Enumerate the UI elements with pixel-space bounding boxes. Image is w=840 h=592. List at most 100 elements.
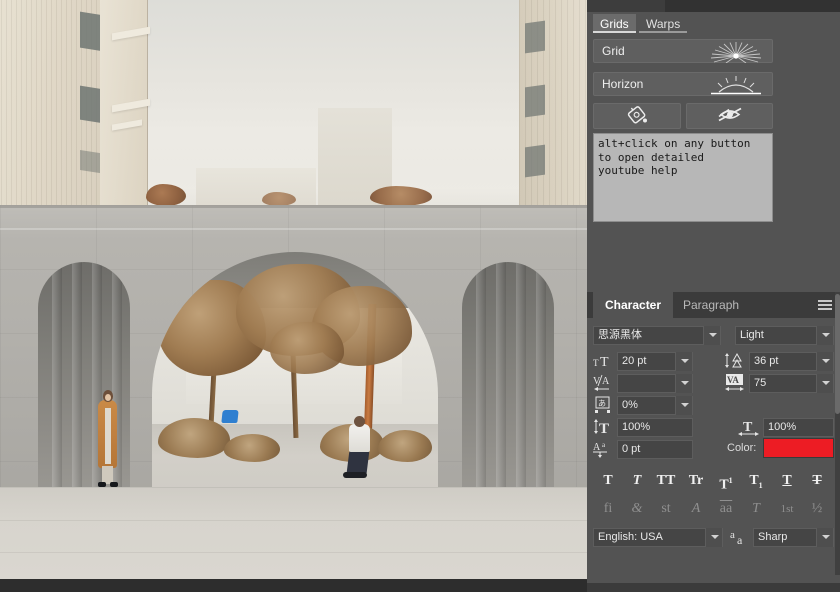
titling-alternates-button[interactable]: aa: [713, 498, 739, 520]
column-stripe: [536, 262, 546, 500]
chevron-down-icon[interactable]: [705, 528, 722, 547]
tsume-icon: あ: [593, 396, 613, 417]
tab-warps[interactable]: Warps: [639, 14, 687, 33]
contextual-alternates-button[interactable]: &: [624, 498, 650, 520]
character-panel: Character Paragraph 思源黑体 Light: [587, 292, 840, 592]
svg-text:T: T: [743, 420, 753, 435]
horizontal-scale-value: 100%: [768, 421, 796, 433]
tab-paragraph[interactable]: Paragraph: [671, 292, 751, 318]
facade-edge: [0, 205, 587, 208]
seated-person-head: [354, 416, 365, 427]
chevron-down-icon[interactable]: [675, 352, 692, 371]
font-style-value: Light: [740, 329, 764, 341]
shrub: [378, 430, 432, 462]
swash-button[interactable]: A: [683, 498, 709, 520]
italic-button[interactable]: T: [624, 470, 650, 492]
paint-bucket-icon: [623, 104, 651, 129]
ordinals-button[interactable]: T: [743, 498, 769, 520]
plaza-line: [0, 520, 587, 521]
language-field[interactable]: English: USA: [593, 528, 723, 547]
horizon-button[interactable]: Horizon: [593, 72, 773, 96]
bold-button[interactable]: T: [595, 470, 621, 492]
chevron-down-icon[interactable]: [675, 396, 692, 415]
standing-person-dress: [105, 408, 111, 464]
svg-text:A: A: [593, 442, 601, 453]
chevron-down-icon[interactable]: [816, 374, 833, 393]
font-style-field[interactable]: Light: [735, 326, 834, 345]
svg-text:T: T: [593, 358, 599, 368]
photoshop-window: Grids Warps Grid: [0, 0, 840, 592]
grid-button[interactable]: Grid: [593, 39, 773, 63]
hamburger-menu-icon[interactable]: [818, 300, 832, 310]
grids-tabstrip: Grids Warps: [587, 12, 840, 34]
background-block: [196, 168, 316, 208]
fractions-button[interactable]: ½: [804, 498, 830, 520]
canvas-artwork[interactable]: [0, 0, 587, 579]
font-size-icon: T T: [593, 352, 613, 372]
horizontal-scale-field[interactable]: 100%: [763, 418, 834, 437]
panel-scrollbar-thumb[interactable]: [835, 294, 840, 414]
horizontal-scale-icon: T: [737, 418, 761, 439]
format-buttons-row-2: fi & st A aa T 1st ½: [587, 498, 840, 522]
paint-bucket-button[interactable]: [593, 103, 681, 129]
window: [525, 145, 545, 178]
leading-value: 36 pt: [754, 355, 778, 367]
grid-button-label: Grid: [602, 44, 625, 58]
courtyard-scene: [152, 252, 438, 500]
strikethrough-button[interactable]: T: [804, 470, 830, 492]
arch-right: [462, 262, 554, 500]
tracking-field[interactable]: 75: [749, 374, 834, 393]
hide-toggle-button[interactable]: [686, 103, 773, 129]
window: [525, 21, 545, 54]
plaza-line: [0, 487, 587, 488]
underline-button[interactable]: T: [774, 470, 800, 492]
perspective-sunburst-icon: [706, 41, 766, 63]
window: [525, 85, 545, 118]
font-size-field[interactable]: 20 pt: [617, 352, 693, 371]
tsume-value: 0%: [622, 399, 638, 411]
text-color-swatch[interactable]: [763, 438, 834, 458]
antialias-value: Sharp: [758, 531, 787, 543]
anti-alias-icon: a a: [729, 527, 751, 550]
chevron-down-icon[interactable]: [703, 326, 720, 345]
arch-main: [152, 252, 438, 500]
format-buttons-row-1: T T TT Tr T1 T1 T T: [587, 470, 840, 494]
tracking-icon: VA: [725, 374, 747, 396]
svg-text:a: a: [602, 441, 606, 449]
roof-foliage: [146, 184, 186, 206]
small-caps-button[interactable]: Tr: [683, 470, 709, 492]
help-text-box[interactable]: alt+click on any button to open detailed…: [593, 133, 773, 222]
discretionary-ligatures-button[interactable]: st: [653, 498, 679, 520]
tree-canopy: [270, 322, 344, 374]
chevron-down-icon[interactable]: [816, 326, 833, 345]
facade-seam: [0, 228, 587, 230]
svg-text:T: T: [599, 421, 609, 436]
tracking-value: 75: [754, 377, 766, 389]
vertical-scale-field[interactable]: 100%: [617, 418, 693, 437]
column-stripe: [496, 262, 506, 500]
right-panel-dock: Grids Warps Grid: [587, 0, 840, 592]
panel-scrollbar[interactable]: [835, 292, 840, 575]
tsume-field[interactable]: 0%: [617, 396, 693, 415]
subscript-button[interactable]: T1: [743, 470, 769, 492]
svg-text:a: a: [737, 533, 743, 547]
character-panel-tabbar: Character Paragraph: [587, 292, 840, 318]
chevron-down-icon[interactable]: [675, 374, 692, 393]
tab-grids[interactable]: Grids: [593, 14, 636, 33]
all-caps-button[interactable]: TT: [653, 470, 679, 492]
building-right: [519, 0, 587, 206]
leading-field[interactable]: 36 pt: [749, 352, 834, 371]
vertical-scale-icon: T: [593, 418, 613, 439]
font-family-value: 思源黑体: [598, 329, 642, 341]
font-family-field[interactable]: 思源黑体: [593, 326, 721, 345]
panel-title-bar-right: [665, 0, 840, 12]
antialias-field[interactable]: Sharp: [753, 528, 834, 547]
superscript-button[interactable]: T1: [713, 470, 739, 492]
stylistic-alternates-button[interactable]: 1st: [774, 498, 800, 520]
kerning-field[interactable]: [617, 374, 693, 393]
chevron-down-icon[interactable]: [816, 352, 833, 371]
chevron-down-icon[interactable]: [816, 528, 833, 547]
baseline-shift-field[interactable]: 0 pt: [617, 440, 693, 459]
tab-character[interactable]: Character: [593, 292, 673, 318]
standard-ligatures-button[interactable]: fi: [595, 498, 621, 520]
